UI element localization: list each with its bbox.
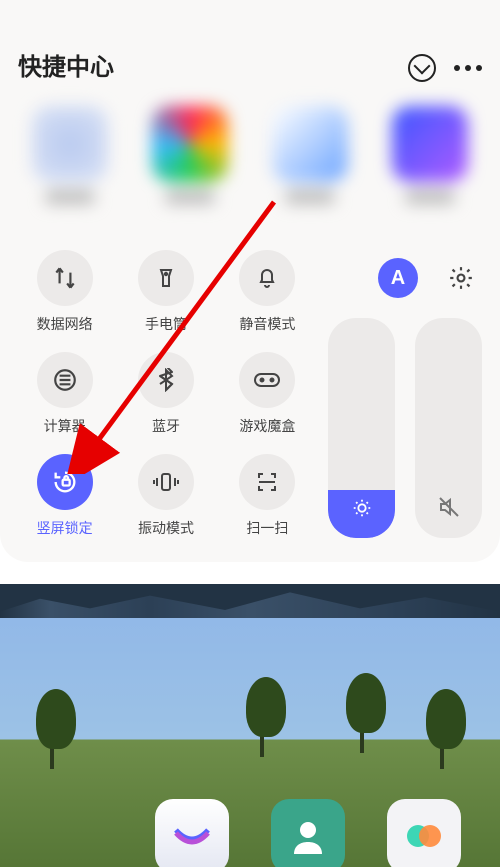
quick-toggles-grid: 数据网络 手电筒 静音模式 计算器 [18,250,314,538]
auto-brightness-badge[interactable]: A [378,258,418,298]
right-column: A [328,250,482,538]
panel-header: 快捷中心 [18,0,482,98]
app-store-icon [155,799,229,867]
home-screen: 应用商店 联系人 i 主题 [0,584,500,867]
collapse-button[interactable] [408,54,436,82]
page-title: 快捷中心 [18,47,114,82]
volume-slider[interactable] [415,318,482,538]
brightness-slider[interactable] [328,318,395,538]
theme-icon [387,799,461,867]
app-dock: 应用商店 联系人 i 主题 [0,799,500,867]
chevron-down-icon [414,58,431,75]
volume-mute-icon [437,495,461,524]
toggle-label: 竖屏锁定 [37,518,93,538]
app-placeholder [18,799,134,867]
settings-button[interactable] [444,261,478,295]
quick-settings-panel: 快捷中心 数据网络 [0,0,500,562]
controls-row: 数据网络 手电筒 静音模式 计算器 [18,250,482,538]
gear-icon [448,265,474,291]
header-actions [408,54,482,82]
toggle-label: 振动模式 [138,518,194,538]
annotation-arrow [56,194,286,474]
brightness-icon [351,497,373,524]
app-store[interactable]: 应用商店 [134,799,250,867]
app-contacts[interactable]: 联系人 [250,799,366,867]
app-theme[interactable]: i 主题 [366,799,482,867]
contacts-icon [271,799,345,867]
more-button[interactable] [454,65,482,71]
toggle-label: 扫一扫 [246,518,288,538]
